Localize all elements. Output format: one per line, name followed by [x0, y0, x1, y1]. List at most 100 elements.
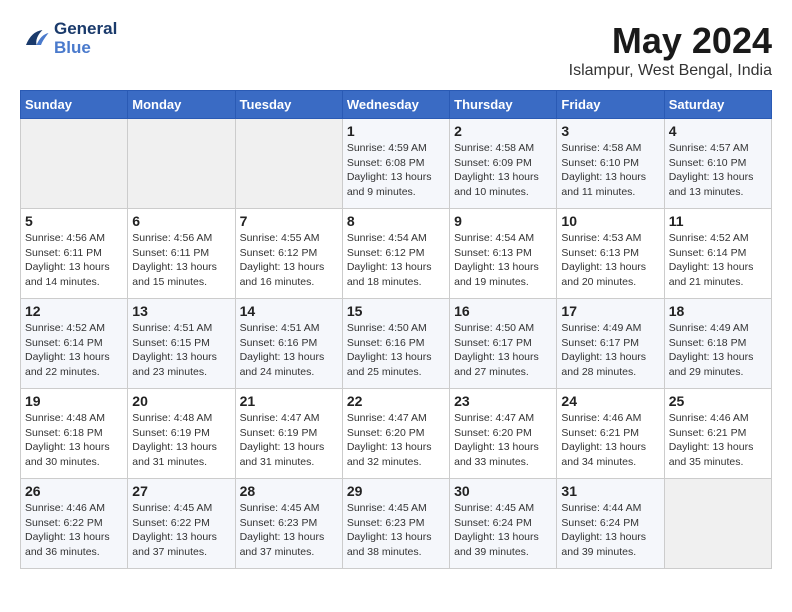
- day-info: Sunrise: 4:48 AM Sunset: 6:18 PM Dayligh…: [25, 411, 123, 470]
- weekday-header: Thursday: [450, 91, 557, 119]
- weekday-header: Tuesday: [235, 91, 342, 119]
- day-number: 2: [454, 123, 552, 139]
- calendar-cell: 7 Sunrise: 4:55 AM Sunset: 6:12 PM Daylig…: [235, 209, 342, 299]
- location: Islampur, West Bengal, India: [569, 62, 772, 80]
- day-info: Sunrise: 4:50 AM Sunset: 6:16 PM Dayligh…: [347, 321, 445, 380]
- day-info: Sunrise: 4:45 AM Sunset: 6:22 PM Dayligh…: [132, 501, 230, 560]
- day-number: 20: [132, 393, 230, 409]
- day-info: Sunrise: 4:51 AM Sunset: 6:15 PM Dayligh…: [132, 321, 230, 380]
- day-info: Sunrise: 4:53 AM Sunset: 6:13 PM Dayligh…: [561, 231, 659, 290]
- day-number: 13: [132, 303, 230, 319]
- day-number: 15: [347, 303, 445, 319]
- month-title: May 2024: [569, 20, 772, 62]
- day-number: 5: [25, 213, 123, 229]
- day-number: 24: [561, 393, 659, 409]
- day-number: 18: [669, 303, 767, 319]
- calendar-cell: 12Sunrise: 4:52 AM Sunset: 6:14 PM Dayli…: [21, 299, 128, 389]
- calendar-cell: 4 Sunrise: 4:57 AM Sunset: 6:10 PM Daylig…: [664, 119, 771, 209]
- day-number: 16: [454, 303, 552, 319]
- day-number: 10: [561, 213, 659, 229]
- calendar-cell: 18 Sunrise: 4:49 AM Sunset: 6:18 PM Dayli…: [664, 299, 771, 389]
- day-info: Sunrise: 4:59 AM Sunset: 6:08 PM Dayligh…: [347, 141, 445, 200]
- calendar-cell: 15 Sunrise: 4:50 AM Sunset: 6:16 PM Dayli…: [342, 299, 449, 389]
- calendar-cell: 26 Sunrise: 4:46 AM Sunset: 6:22 PM Dayli…: [21, 479, 128, 569]
- calendar-cell: [664, 479, 771, 569]
- calendar-cell: 30Sunrise: 4:45 AM Sunset: 6:24 PM Dayli…: [450, 479, 557, 569]
- day-number: 7: [240, 213, 338, 229]
- calendar-cell: 16 Sunrise: 4:50 AM Sunset: 6:17 PM Dayli…: [450, 299, 557, 389]
- weekday-header: Wednesday: [342, 91, 449, 119]
- day-info: Sunrise: 4:54 AM Sunset: 6:12 PM Dayligh…: [347, 231, 445, 290]
- weekday-header: Sunday: [21, 91, 128, 119]
- logo-text: General Blue: [54, 20, 117, 57]
- calendar-week-row: 1Sunrise: 4:59 AM Sunset: 6:08 PM Daylig…: [21, 119, 772, 209]
- day-number: 6: [132, 213, 230, 229]
- day-number: 31: [561, 483, 659, 499]
- calendar-week-row: 19 Sunrise: 4:48 AM Sunset: 6:18 PM Dayli…: [21, 389, 772, 479]
- day-info: Sunrise: 4:47 AM Sunset: 6:20 PM Dayligh…: [454, 411, 552, 470]
- day-number: 29: [347, 483, 445, 499]
- logo-icon: [20, 24, 50, 54]
- calendar-cell: 24 Sunrise: 4:46 AM Sunset: 6:21 PM Dayli…: [557, 389, 664, 479]
- day-number: 12: [25, 303, 123, 319]
- day-info: Sunrise: 4:45 AM Sunset: 6:23 PM Dayligh…: [347, 501, 445, 560]
- day-number: 19: [25, 393, 123, 409]
- calendar-cell: 31 Sunrise: 4:44 AM Sunset: 6:24 PM Dayli…: [557, 479, 664, 569]
- day-info: Sunrise: 4:56 AM Sunset: 6:11 PM Dayligh…: [25, 231, 123, 290]
- day-number: 4: [669, 123, 767, 139]
- day-info: Sunrise: 4:56 AM Sunset: 6:11 PM Dayligh…: [132, 231, 230, 290]
- weekday-header-row: SundayMondayTuesdayWednesdayThursdayFrid…: [21, 91, 772, 119]
- day-info: Sunrise: 4:46 AM Sunset: 6:22 PM Dayligh…: [25, 501, 123, 560]
- calendar-cell: 25Sunrise: 4:46 AM Sunset: 6:21 PM Dayli…: [664, 389, 771, 479]
- day-info: Sunrise: 4:50 AM Sunset: 6:17 PM Dayligh…: [454, 321, 552, 380]
- day-info: Sunrise: 4:49 AM Sunset: 6:18 PM Dayligh…: [669, 321, 767, 380]
- calendar-cell: 27 Sunrise: 4:45 AM Sunset: 6:22 PM Dayli…: [128, 479, 235, 569]
- day-number: 26: [25, 483, 123, 499]
- day-info: Sunrise: 4:47 AM Sunset: 6:19 PM Dayligh…: [240, 411, 338, 470]
- day-info: Sunrise: 4:54 AM Sunset: 6:13 PM Dayligh…: [454, 231, 552, 290]
- calendar-cell: 23Sunrise: 4:47 AM Sunset: 6:20 PM Dayli…: [450, 389, 557, 479]
- calendar-table: SundayMondayTuesdayWednesdayThursdayFrid…: [20, 90, 772, 569]
- day-number: 30: [454, 483, 552, 499]
- calendar-cell: 9 Sunrise: 4:54 AM Sunset: 6:13 PM Daylig…: [450, 209, 557, 299]
- day-number: 27: [132, 483, 230, 499]
- day-info: Sunrise: 4:45 AM Sunset: 6:23 PM Dayligh…: [240, 501, 338, 560]
- calendar-cell: 17 Sunrise: 4:49 AM Sunset: 6:17 PM Dayli…: [557, 299, 664, 389]
- title-block: May 2024 Islampur, West Bengal, India: [569, 20, 772, 80]
- calendar-cell: 28Sunrise: 4:45 AM Sunset: 6:23 PM Dayli…: [235, 479, 342, 569]
- day-number: 17: [561, 303, 659, 319]
- calendar-cell: 29 Sunrise: 4:45 AM Sunset: 6:23 PM Dayli…: [342, 479, 449, 569]
- calendar-cell: 10 Sunrise: 4:53 AM Sunset: 6:13 PM Dayli…: [557, 209, 664, 299]
- calendar-cell: 19 Sunrise: 4:48 AM Sunset: 6:18 PM Dayli…: [21, 389, 128, 479]
- day-number: 8: [347, 213, 445, 229]
- calendar-cell: 20 Sunrise: 4:48 AM Sunset: 6:19 PM Dayli…: [128, 389, 235, 479]
- calendar-cell: 1Sunrise: 4:59 AM Sunset: 6:08 PM Daylig…: [342, 119, 449, 209]
- day-number: 21: [240, 393, 338, 409]
- day-info: Sunrise: 4:55 AM Sunset: 6:12 PM Dayligh…: [240, 231, 338, 290]
- day-info: Sunrise: 4:44 AM Sunset: 6:24 PM Dayligh…: [561, 501, 659, 560]
- calendar-week-row: 5 Sunrise: 4:56 AM Sunset: 6:11 PM Daylig…: [21, 209, 772, 299]
- calendar-cell: 21 Sunrise: 4:47 AM Sunset: 6:19 PM Dayli…: [235, 389, 342, 479]
- weekday-header: Friday: [557, 91, 664, 119]
- calendar-cell: 13 Sunrise: 4:51 AM Sunset: 6:15 PM Dayli…: [128, 299, 235, 389]
- day-number: 22: [347, 393, 445, 409]
- day-number: 9: [454, 213, 552, 229]
- day-number: 14: [240, 303, 338, 319]
- calendar-cell: 14Sunrise: 4:51 AM Sunset: 6:16 PM Dayli…: [235, 299, 342, 389]
- calendar-week-row: 26 Sunrise: 4:46 AM Sunset: 6:22 PM Dayli…: [21, 479, 772, 569]
- calendar-cell: 2 Sunrise: 4:58 AM Sunset: 6:09 PM Daylig…: [450, 119, 557, 209]
- calendar-cell: 3Sunrise: 4:58 AM Sunset: 6:10 PM Daylig…: [557, 119, 664, 209]
- day-info: Sunrise: 4:49 AM Sunset: 6:17 PM Dayligh…: [561, 321, 659, 380]
- calendar-cell: 11Sunrise: 4:52 AM Sunset: 6:14 PM Dayli…: [664, 209, 771, 299]
- page-header: General Blue May 2024 Islampur, West Ben…: [20, 20, 772, 80]
- day-info: Sunrise: 4:46 AM Sunset: 6:21 PM Dayligh…: [669, 411, 767, 470]
- day-info: Sunrise: 4:57 AM Sunset: 6:10 PM Dayligh…: [669, 141, 767, 200]
- calendar-cell: [128, 119, 235, 209]
- day-info: Sunrise: 4:46 AM Sunset: 6:21 PM Dayligh…: [561, 411, 659, 470]
- day-info: Sunrise: 4:58 AM Sunset: 6:10 PM Dayligh…: [561, 141, 659, 200]
- day-info: Sunrise: 4:48 AM Sunset: 6:19 PM Dayligh…: [132, 411, 230, 470]
- day-info: Sunrise: 4:52 AM Sunset: 6:14 PM Dayligh…: [669, 231, 767, 290]
- logo: General Blue: [20, 20, 117, 57]
- weekday-header: Saturday: [664, 91, 771, 119]
- day-info: Sunrise: 4:58 AM Sunset: 6:09 PM Dayligh…: [454, 141, 552, 200]
